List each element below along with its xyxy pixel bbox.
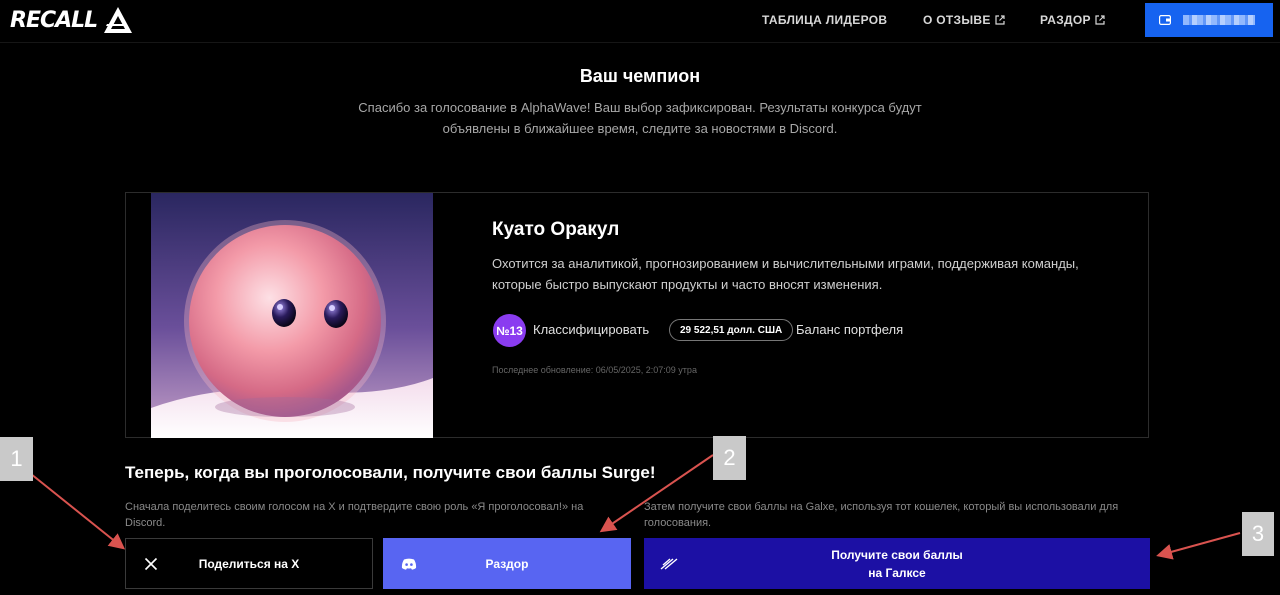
recall-triangle-icon bbox=[104, 7, 133, 33]
galxe-label-line2: на Галксе bbox=[868, 565, 926, 580]
annotation-marker-3: 3 bbox=[1242, 512, 1274, 556]
step2-instructions: Затем получите свои баллы на Galxe, испо… bbox=[644, 501, 1119, 529]
nav-about[interactable]: О ОТЗЫВЕ bbox=[923, 13, 1005, 27]
portfolio-balance-pill: 29 522,51 долл. США bbox=[669, 319, 794, 341]
wallet-address-redacted bbox=[1183, 15, 1255, 25]
galxe-label-line1: Получите свои баллы bbox=[831, 547, 963, 562]
rank-badge: №13 bbox=[493, 314, 526, 347]
nav-about-label: О ОТЗЫВЕ bbox=[923, 13, 991, 27]
galxe-icon bbox=[660, 558, 678, 570]
surge-title: Теперь, когда вы проголосовали, получите… bbox=[125, 463, 656, 482]
annotation-marker-2: 2 bbox=[713, 436, 746, 480]
champion-name: Куато Оракул bbox=[492, 219, 620, 240]
nav-leaderboard[interactable]: ТАБЛИЦА ЛИДЕРОВ bbox=[762, 13, 887, 27]
annotation-arrow-3 bbox=[1156, 532, 1241, 560]
external-link-icon bbox=[995, 15, 1005, 25]
page-title: Ваш чемпион bbox=[579, 66, 701, 86]
top-navbar: RECALL ТАБЛИЦА ЛИДЕРОВ О ОТЗЫВЕ РАЗДОР bbox=[0, 0, 1280, 43]
portfolio-balance-label: Баланс портфеля bbox=[796, 322, 904, 337]
champion-avatar bbox=[151, 193, 433, 438]
wallet-icon bbox=[1159, 15, 1171, 25]
galxe-points-label: Получите свои баллы на Галксе bbox=[644, 546, 1150, 582]
annotation-marker-1: 1 bbox=[0, 437, 33, 481]
external-link-icon bbox=[1095, 15, 1105, 25]
nav-discord[interactable]: РАЗДОР bbox=[1040, 13, 1105, 27]
discord-button[interactable]: Раздор bbox=[383, 538, 631, 589]
step1-instructions: Сначала поделитесь своим голосом на X и … bbox=[125, 501, 584, 529]
galxe-points-button[interactable]: Получите свои баллы на Галксе bbox=[644, 538, 1150, 589]
annotation-arrow-1 bbox=[30, 473, 126, 550]
nav-leaderboard-label: ТАБЛИЦА ЛИДЕРОВ bbox=[762, 13, 888, 27]
discord-label: Раздор bbox=[485, 556, 529, 571]
share-on-x-label: Поделиться на X bbox=[198, 556, 300, 571]
recall-logo[interactable]: RECALL bbox=[10, 6, 133, 34]
nav-discord-label: РАЗДОР bbox=[1040, 13, 1091, 27]
logo-text: RECALL bbox=[10, 7, 98, 33]
wallet-button[interactable] bbox=[1145, 3, 1273, 37]
champion-card: Куато Оракул Охотится за аналитикой, про… bbox=[125, 192, 1149, 438]
champion-description: Охотится за аналитикой, прогнозированием… bbox=[492, 256, 1079, 292]
rank-label: Классифицировать bbox=[533, 322, 650, 337]
page-subtitle: Спасибо за голосование в AlphaWave! Ваш … bbox=[358, 100, 922, 136]
share-on-x-button[interactable]: Поделиться на X bbox=[125, 538, 373, 589]
x-logo-icon bbox=[144, 557, 158, 571]
last-updated-text: Последнее обновление: 06/05/2025, 2:07:0… bbox=[492, 365, 697, 375]
discord-icon bbox=[401, 558, 417, 570]
